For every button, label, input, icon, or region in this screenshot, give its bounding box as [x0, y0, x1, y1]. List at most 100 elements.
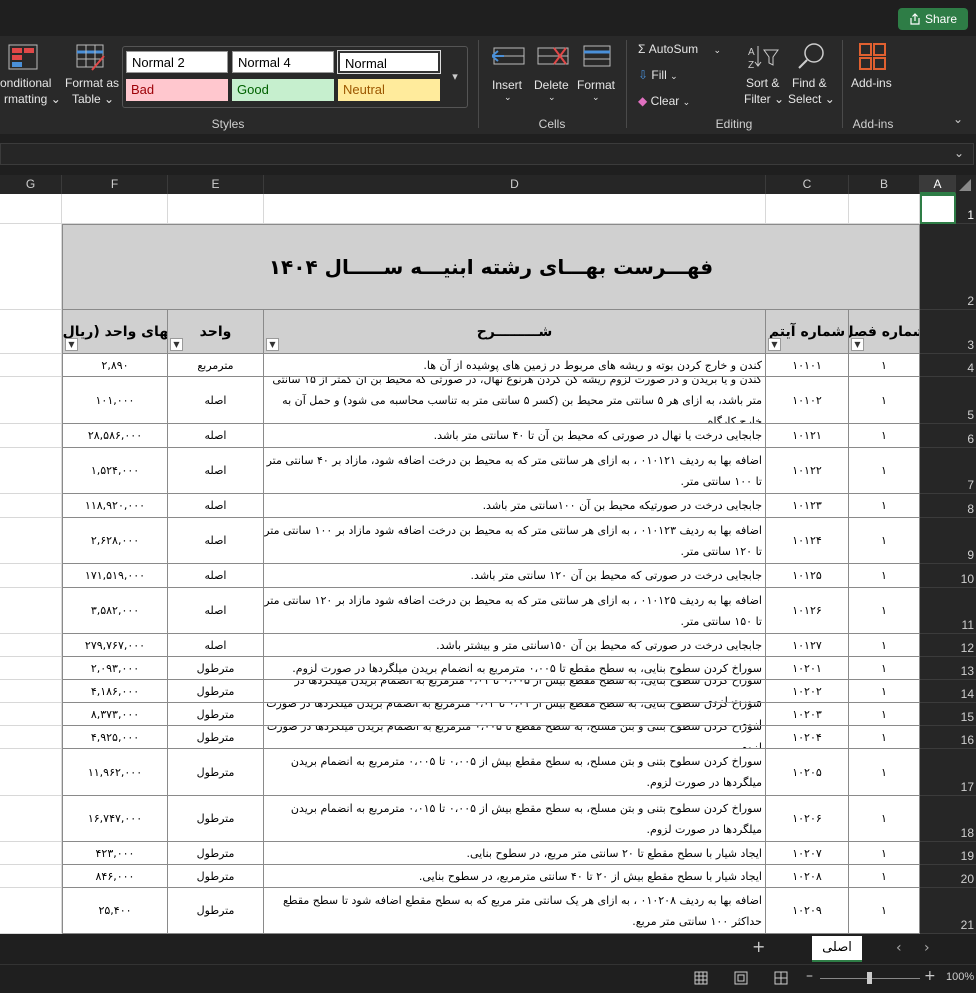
- expand-formula-bar-button[interactable]: ⌄: [954, 146, 964, 160]
- fill-button[interactable]: ⇩ Fill ⌄: [638, 68, 678, 82]
- filter-dropdown-icon[interactable]: ▼: [170, 338, 183, 351]
- description-cell[interactable]: جابجایی درخت در صورتیکه محیط بن آن ۱۰۰سا…: [264, 494, 766, 518]
- row-header[interactable]: 13: [961, 664, 974, 678]
- grid-cell[interactable]: [0, 634, 62, 657]
- grid-cell[interactable]: [0, 448, 62, 494]
- sort-filter-button[interactable]: AZ Sort & Filter ⌄: [742, 42, 786, 110]
- row-header[interactable]: 2: [967, 294, 974, 308]
- grid-cell[interactable]: [0, 377, 62, 424]
- row-header[interactable]: 7: [967, 478, 974, 492]
- grid-cell[interactable]: [766, 194, 849, 224]
- description-cell[interactable]: اضافه بها به ردیف ۰۱۰۱۲۱ ، به ازای هر سا…: [264, 448, 766, 494]
- column-header-f[interactable]: F: [62, 175, 168, 194]
- insert-button[interactable]: Insert ⌄: [488, 42, 528, 110]
- description-cell[interactable]: سوراخ کردن سطوح بتنی و بتن مسلح، به سطح …: [264, 726, 766, 749]
- format-button[interactable]: Format ⌄: [576, 42, 618, 110]
- formula-input[interactable]: [0, 143, 974, 165]
- chapter-cell[interactable]: ۱: [849, 865, 920, 888]
- grid-cell[interactable]: [0, 703, 62, 726]
- price-cell[interactable]: ۲,۸۹۰: [62, 354, 168, 377]
- row-header[interactable]: 19: [961, 849, 974, 863]
- row-header[interactable]: 8: [967, 502, 974, 516]
- price-cell[interactable]: ۱۱,۹۶۲,۰۰۰: [62, 749, 168, 796]
- row-header[interactable]: 4: [967, 361, 974, 375]
- item-number-cell[interactable]: ۱۰۱۲۱: [766, 424, 849, 448]
- unit-cell[interactable]: مترطول: [168, 680, 264, 703]
- row-header[interactable]: 21: [961, 918, 974, 932]
- next-sheet-button[interactable]: ›: [924, 940, 930, 956]
- description-cell[interactable]: جابجایی درخت در صورتی که محیط بن آن ۱۵۰س…: [264, 634, 766, 657]
- item-number-cell[interactable]: ۱۰۲۰۶: [766, 796, 849, 842]
- item-number-cell[interactable]: ۱۰۱۲۳: [766, 494, 849, 518]
- row-header[interactable]: 1: [967, 208, 974, 222]
- prev-sheet-button[interactable]: ‹: [896, 940, 902, 956]
- chapter-cell[interactable]: ۱: [849, 749, 920, 796]
- grid-cell[interactable]: [0, 842, 62, 865]
- grid-cell[interactable]: [0, 588, 62, 634]
- add-sheet-button[interactable]: +: [752, 937, 765, 956]
- row-header[interactable]: 18: [961, 826, 974, 840]
- price-cell[interactable]: ۳,۵۸۲,۰۰۰: [62, 588, 168, 634]
- delete-button[interactable]: Delete ⌄: [532, 42, 572, 110]
- grid-cell[interactable]: [0, 224, 62, 310]
- unit-cell[interactable]: اصله: [168, 518, 264, 564]
- grid-cell[interactable]: [0, 680, 62, 703]
- autosum-button[interactable]: Σ AutoSum ⌄: [638, 42, 721, 56]
- grid-cell[interactable]: [0, 310, 62, 354]
- item-number-cell[interactable]: ۱۰۱۰۱: [766, 354, 849, 377]
- column-header-c[interactable]: C: [766, 175, 849, 194]
- grid-cell[interactable]: [0, 354, 62, 377]
- zoom-in-button[interactable]: +: [924, 968, 936, 984]
- selected-cell-a1[interactable]: [920, 194, 956, 224]
- item-number-cell[interactable]: ۱۰۲۰۵: [766, 749, 849, 796]
- unit-cell[interactable]: مترمربع: [168, 354, 264, 377]
- description-cell[interactable]: اضافه بها به ردیف ۰۱۰۱۲۳ ، به ازای هر سا…: [264, 518, 766, 564]
- unit-cell[interactable]: مترطول: [168, 865, 264, 888]
- conditional-formatting-button[interactable]: onditional rmatting ⌄: [0, 44, 61, 109]
- row-header[interactable]: 10: [961, 572, 974, 586]
- row-header[interactable]: 9: [967, 548, 974, 562]
- format-as-table-button[interactable]: Format as Table ⌄: [62, 44, 120, 109]
- description-cell[interactable]: سوراخ کردن سطوح بنایی، به سطح مقطع بیش ا…: [264, 703, 766, 726]
- chapter-cell[interactable]: ۱: [849, 588, 920, 634]
- item-number-cell[interactable]: ۱۰۲۰۱: [766, 657, 849, 680]
- description-cell[interactable]: سوراخ کردن سطوح بنایی، به سطح مقطع بیش ا…: [264, 680, 766, 703]
- price-cell[interactable]: ۱۱۸,۹۲۰,۰۰۰: [62, 494, 168, 518]
- grid-cell[interactable]: [264, 194, 766, 224]
- column-header-d[interactable]: D: [264, 175, 766, 194]
- filter-dropdown-icon[interactable]: ▼: [65, 338, 78, 351]
- chapter-cell[interactable]: ۱: [849, 377, 920, 424]
- grid-cell[interactable]: [0, 749, 62, 796]
- item-number-cell[interactable]: ۱۰۲۰۸: [766, 865, 849, 888]
- item-number-cell[interactable]: ۱۰۲۰۷: [766, 842, 849, 865]
- worksheet-grid[interactable]: فهـــرست بهـــای رشته ابنیـــه ســـــال …: [0, 194, 920, 934]
- chapter-cell[interactable]: ۱: [849, 796, 920, 842]
- price-cell[interactable]: ۴,۹۲۵,۰۰۰: [62, 726, 168, 749]
- unit-cell[interactable]: اصله: [168, 377, 264, 424]
- item-number-cell[interactable]: ۱۰۱۲۴: [766, 518, 849, 564]
- description-cell[interactable]: سوراخ کردن سطوح بنایی، به سطح مقطع تا ۰،…: [264, 657, 766, 680]
- styles-more-button[interactable]: ▾: [446, 50, 464, 102]
- description-cell[interactable]: اضافه بها به ردیف ۰۱۰۲۰۸ ، به ازای هر یک…: [264, 888, 766, 934]
- description-cell[interactable]: اضافه بها به ردیف ۰۱۰۱۲۵ ، به ازای هر سا…: [264, 588, 766, 634]
- column-header-b[interactable]: B: [849, 175, 920, 194]
- description-cell[interactable]: ایجاد شیار با سطح مقطع بیش از ۲۰ تا ۴۰ س…: [264, 865, 766, 888]
- grid-cell[interactable]: [0, 424, 62, 448]
- item-number-cell[interactable]: ۱۰۲۰۳: [766, 703, 849, 726]
- style-normal[interactable]: Normal: [337, 50, 441, 74]
- unit-cell[interactable]: اصله: [168, 448, 264, 494]
- page-layout-button[interactable]: [734, 971, 748, 985]
- unit-cell[interactable]: اصله: [168, 588, 264, 634]
- item-number-cell[interactable]: ۱۰۱۲۲: [766, 448, 849, 494]
- row-header[interactable]: 6: [967, 432, 974, 446]
- description-cell[interactable]: سوراخ کردن سطوح بتنی و بتن مسلح، به سطح …: [264, 796, 766, 842]
- grid-cell[interactable]: [0, 194, 62, 224]
- description-cell[interactable]: ایجاد شیار با سطح مقطع تا ۲۰ سانتی متر م…: [264, 842, 766, 865]
- chapter-cell[interactable]: ۱: [849, 424, 920, 448]
- zoom-out-button[interactable]: –: [806, 968, 813, 984]
- item-number-cell[interactable]: ۱۰۲۰۴: [766, 726, 849, 749]
- price-cell[interactable]: ۴۲۳,۰۰۰: [62, 842, 168, 865]
- chapter-cell[interactable]: ۱: [849, 448, 920, 494]
- item-number-cell[interactable]: ۱۰۱۲۷: [766, 634, 849, 657]
- grid-cell[interactable]: [0, 657, 62, 680]
